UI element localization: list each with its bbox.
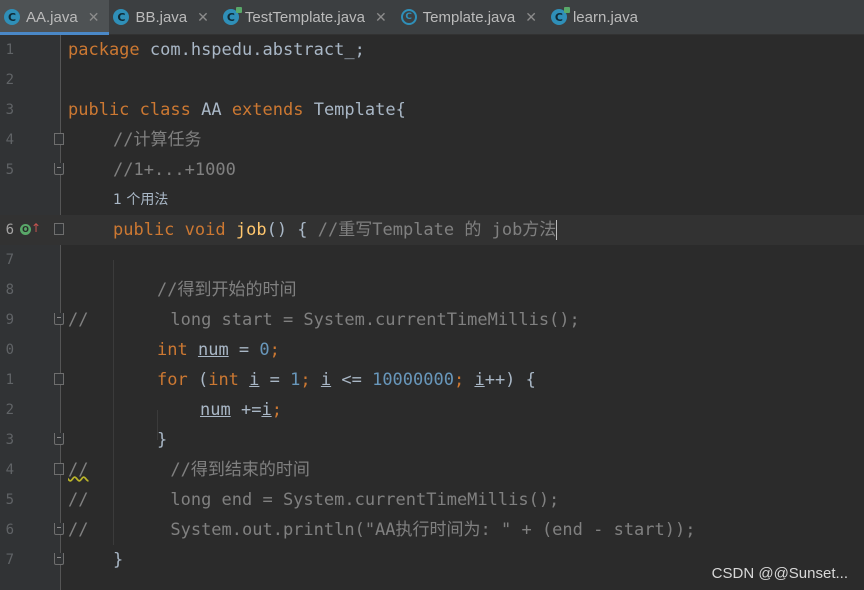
fold-toggle-icon[interactable] xyxy=(54,463,64,475)
code-text: int num = 0; xyxy=(157,340,280,360)
tab-template-java[interactable]: C Template.java ✕ xyxy=(397,0,547,34)
line-number: 0 xyxy=(5,342,14,358)
line-number: 2 xyxy=(5,402,14,418)
code-text: for (int i = 1; i <= 10000000; i++) { xyxy=(157,370,536,390)
fold-end-icon[interactable] xyxy=(54,313,64,325)
tab-label: learn.java xyxy=(572,8,639,26)
code-line: 1 package com.hspedu.abstract_; xyxy=(0,35,864,65)
commented-code: // System.out.println("AA执行时间为: " + (end… xyxy=(68,520,696,540)
tab-label: BB.java xyxy=(135,8,188,26)
override-icon[interactable]: O xyxy=(20,224,31,235)
line-number: 7 xyxy=(5,252,14,268)
comment-text: //得到开始的时间 xyxy=(157,280,297,300)
tab-aa-java[interactable]: C AA.java ✕ xyxy=(0,0,110,35)
java-class-icon: C xyxy=(113,9,130,25)
comment-text: //计算任务 xyxy=(113,130,202,150)
up-arrow-icon[interactable]: ↑ xyxy=(31,221,41,235)
code-line: 2 xyxy=(0,65,864,95)
usage-hint[interactable]: 1 个用法 xyxy=(113,185,168,215)
code-line: 2 num +=i; xyxy=(0,395,864,425)
close-icon[interactable]: ✕ xyxy=(197,9,209,26)
line-number: 9 xyxy=(5,312,14,328)
commented-code: // long start = System.currentTimeMillis… xyxy=(68,310,580,330)
line-number: 4 xyxy=(5,462,14,478)
line-number: 4 xyxy=(5,132,14,148)
watermark: CSDN @@Sunset... xyxy=(711,565,848,582)
code-line: 4 // //得到结束的时间 xyxy=(0,455,864,485)
code-line: 3 } xyxy=(0,425,864,455)
line-number: 7 xyxy=(5,552,14,568)
commented-code: // long end = System.currentTimeMillis()… xyxy=(68,490,560,510)
line-number: 2 xyxy=(5,72,14,88)
java-class-icon: C xyxy=(4,9,20,25)
fold-end-icon[interactable] xyxy=(54,433,64,445)
java-abstract-class-icon: C xyxy=(400,9,417,25)
code-line: 0 int num = 0; xyxy=(0,335,864,365)
tab-label: Template.java xyxy=(422,8,516,26)
code-text: public class AA extends Template{ xyxy=(68,100,406,120)
code-line: 7 xyxy=(0,245,864,275)
fold-toggle-icon[interactable] xyxy=(54,133,64,145)
code-line: 1 for (int i = 1; i <= 10000000; i++) { xyxy=(0,365,864,395)
line-number: 8 xyxy=(5,282,14,298)
line-number: 6 xyxy=(5,522,14,538)
fold-toggle-icon[interactable] xyxy=(54,223,64,235)
close-icon[interactable]: ✕ xyxy=(88,9,100,26)
code-line: 6 // System.out.println("AA执行时间为: " + (e… xyxy=(0,515,864,545)
code-text: package com.hspedu.abstract_; xyxy=(68,40,365,60)
close-icon[interactable]: ✕ xyxy=(375,9,387,26)
line-number: 3 xyxy=(5,102,14,118)
line-number: 6 xyxy=(5,222,14,238)
code-editor[interactable]: 1 package com.hspedu.abstract_; 2 3 publ… xyxy=(0,35,864,590)
code-text: } xyxy=(157,430,168,450)
commented-code: // //得到结束的时间 xyxy=(68,460,310,480)
comment-text: //1+...+1000 xyxy=(113,160,236,180)
java-class-icon: C xyxy=(222,7,242,25)
code-line: 3 public class AA extends Template{ xyxy=(0,95,864,125)
editor-tab-bar: C AA.java ✕ C BB.java ✕ C TestTemplate.j… xyxy=(0,0,864,35)
tab-label: TestTemplate.java xyxy=(244,8,365,26)
code-text: num +=i; xyxy=(200,400,282,420)
tab-testtemplate-java[interactable]: C TestTemplate.java ✕ xyxy=(219,0,397,34)
fold-end-icon[interactable] xyxy=(54,523,64,535)
line-number: 1 xyxy=(5,372,14,388)
fold-end-icon[interactable] xyxy=(54,163,64,175)
fold-toggle-icon[interactable] xyxy=(54,373,64,385)
close-icon[interactable]: ✕ xyxy=(525,9,537,26)
usage-hint-row: 1 个用法 xyxy=(0,185,864,215)
code-line: 5 //1+...+1000 xyxy=(0,155,864,185)
fold-end-icon[interactable] xyxy=(54,553,64,565)
tab-label: AA.java xyxy=(26,8,78,26)
line-number: 3 xyxy=(5,432,14,448)
tab-learn-java[interactable]: C learn.java xyxy=(547,0,648,34)
code-text: public void job() { //重写Template 的 job方法 xyxy=(113,220,558,240)
line-number: 5 xyxy=(5,162,14,178)
code-line: 9 // long start = System.currentTimeMill… xyxy=(0,305,864,335)
line-number: 1 xyxy=(5,42,14,58)
code-line: 4 //计算任务 xyxy=(0,125,864,155)
current-line: 6 O ↑ public void job() { //重写Template 的… xyxy=(0,215,864,245)
text-caret xyxy=(556,220,558,240)
java-class-icon: C xyxy=(550,7,570,25)
code-line: 5 // long end = System.currentTimeMillis… xyxy=(0,485,864,515)
tab-bb-java[interactable]: C BB.java ✕ xyxy=(109,0,218,34)
line-number: 5 xyxy=(5,492,14,508)
code-line: 8 //得到开始的时间 xyxy=(0,275,864,305)
code-text: } xyxy=(113,550,124,570)
